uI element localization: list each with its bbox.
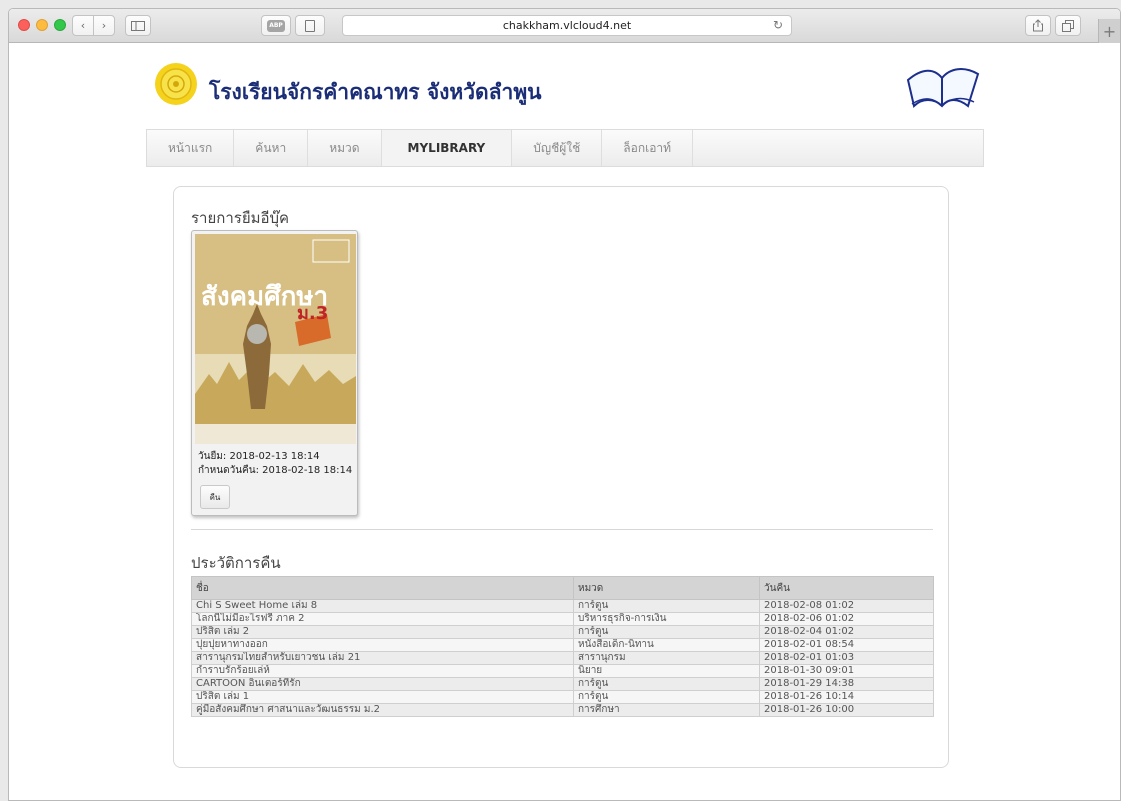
row-return-date: 2018-01-29 14:38	[759, 677, 934, 691]
url-text: chakkham.vlcloud4.net	[502, 19, 632, 32]
reload-icon[interactable]: ↻	[773, 18, 783, 32]
zoom-window-button[interactable]	[54, 19, 66, 31]
book-cover[interactable]: สังคมศึกษา ม.3	[195, 234, 356, 444]
table-row: ปริสิต เล่ม 1 การ์ตูน 2018-01-26 10:14	[191, 690, 934, 704]
row-category: การ์ตูน	[573, 599, 760, 613]
table-row: คู่มือสังคมศึกษา ศาสนาและวัฒนธรรม ม.2 กา…	[191, 703, 934, 717]
row-return-date: 2018-02-04 01:02	[759, 625, 934, 639]
row-category: การ์ตูน	[573, 690, 760, 704]
column-header-return-date: วันคืน	[759, 576, 934, 600]
table-row: กำราบรักร้อยเล่ห์ นิยาย 2018-01-30 09:01	[191, 664, 934, 678]
table-row: ปุยปุยหาทางออก หนังสือเด็ก-นิทาน 2018-02…	[191, 638, 934, 652]
nav-categories[interactable]: หมวด	[308, 130, 382, 166]
row-title[interactable]: ปริสิต เล่ม 1	[191, 690, 574, 704]
row-title[interactable]: สารานุกรมไทยสำหรับเยาวชน เล่ม 21	[191, 651, 574, 665]
chevron-right-icon: ›	[101, 19, 107, 32]
row-return-date: 2018-01-30 09:01	[759, 664, 934, 678]
show-tabs-button[interactable]	[1055, 15, 1081, 36]
nav-account[interactable]: บัญชีผู้ใช้	[512, 130, 603, 166]
row-category: การศึกษา	[573, 703, 760, 717]
page-content: โรงเรียนจักรคำคณาทร จังหวัดลำพูน หน้าแรก…	[9, 44, 1120, 800]
nav-logout[interactable]: ล็อกเอาท์	[602, 130, 694, 166]
minimize-window-button[interactable]	[36, 19, 48, 31]
share-icon	[1033, 19, 1043, 32]
due-date: กำหนดวันคืน: 2018-02-18 18:14	[198, 465, 353, 476]
table-row: สารานุกรมไทยสำหรับเยาวชน เล่ม 21 สารานุก…	[191, 651, 934, 665]
row-title[interactable]: CARTOON อินเตอร์ที่รัก	[191, 677, 574, 691]
sidebar-button[interactable]	[125, 15, 151, 36]
row-return-date: 2018-02-01 08:54	[759, 638, 934, 652]
nav-search[interactable]: ค้นหา	[234, 130, 309, 166]
row-return-date: 2018-01-26 10:14	[759, 690, 934, 704]
nav-home[interactable]: หน้าแรก	[147, 130, 235, 166]
browser-toolbar: ‹ › ABP chakkham.vlcloud4.net ↻ +	[9, 9, 1120, 43]
school-logo	[155, 63, 197, 105]
table-row: CARTOON อินเตอร์ที่รัก การ์ตูน 2018-01-2…	[191, 677, 934, 691]
nav-mylibrary[interactable]: MYLIBRARY	[381, 130, 513, 166]
return-book-button[interactable]: คืน	[200, 485, 230, 509]
row-category: การ์ตูน	[573, 625, 760, 639]
close-window-button[interactable]	[18, 19, 30, 31]
row-return-date: 2018-02-08 01:02	[759, 599, 934, 613]
book-cover-art	[195, 234, 356, 444]
row-title[interactable]: ปุยปุยหาทางออก	[191, 638, 574, 652]
row-title[interactable]: คู่มือสังคมศึกษา ศาสนาและวัฒนธรรม ม.2	[191, 703, 574, 717]
table-row: โลกนี้ไม่มีอะไรฟรี ภาค 2 บริหารธุรกิจ-กา…	[191, 612, 934, 626]
row-category: นิยาย	[573, 664, 760, 678]
row-return-date: 2018-02-06 01:02	[759, 612, 934, 626]
browser-window: ‹ › ABP chakkham.vlcloud4.net ↻ + โรงเรี…	[8, 8, 1121, 801]
back-button[interactable]: ‹	[72, 15, 94, 36]
new-tab-button[interactable]: +	[1098, 19, 1120, 43]
row-return-date: 2018-02-01 01:03	[759, 651, 934, 665]
table-header-row: ชื่อ หมวด วันคืน	[191, 576, 934, 600]
adblock-icon: ABP	[267, 19, 285, 32]
chevron-left-icon: ‹	[80, 19, 86, 32]
site-title: โรงเรียนจักรคำคณาทร จังหวัดลำพูน	[209, 80, 542, 104]
borrow-date: วันยืม: 2018-02-13 18:14	[198, 451, 320, 462]
row-category: การ์ตูน	[573, 677, 760, 691]
forward-button[interactable]: ›	[93, 15, 115, 36]
row-category: บริหารธุรกิจ-การเงิน	[573, 612, 760, 626]
main-nav: หน้าแรก ค้นหา หมวด MYLIBRARY บัญชีผู้ใช้…	[146, 129, 984, 167]
return-history-table: ชื่อ หมวด วันคืน Chi S Sweet Home เล่ม 8…	[191, 576, 934, 717]
row-title[interactable]: Chi S Sweet Home เล่ม 8	[191, 599, 574, 613]
history-heading: ประวัติการคืน	[191, 554, 281, 572]
share-button[interactable]	[1025, 15, 1051, 36]
row-title[interactable]: โลกนี้ไม่มีอะไรฟรี ภาค 2	[191, 612, 574, 626]
row-title[interactable]: กำราบรักร้อยเล่ห์	[191, 664, 574, 678]
row-category: สารานุกรม	[573, 651, 760, 665]
mylibrary-panel: รายการยืมอีบุ๊ค สังคมศึกษา ม.3 วันยืม: 2…	[173, 186, 949, 768]
table-row: Chi S Sweet Home เล่ม 8 การ์ตูน 2018-02-…	[191, 599, 934, 613]
column-header-category: หมวด	[573, 576, 760, 600]
sidebar-icon	[131, 20, 145, 31]
cover-grade: ม.3	[297, 303, 329, 324]
row-return-date: 2018-01-26 10:00	[759, 703, 934, 717]
open-book-icon	[906, 68, 980, 108]
loans-heading: รายการยืมอีบุ๊ค	[191, 209, 290, 227]
table-row: ปริสิต เล่ม 2 การ์ตูน 2018-02-04 01:02	[191, 625, 934, 639]
document-icon	[305, 19, 315, 32]
column-header-title: ชื่อ	[191, 576, 574, 600]
reader-button[interactable]	[295, 15, 325, 36]
adblock-button[interactable]: ABP	[261, 15, 291, 36]
tabs-icon	[1062, 19, 1074, 32]
section-divider	[191, 529, 933, 530]
loaned-book-card: สังคมศึกษา ม.3 วันยืม: 2018-02-13 18:14 …	[191, 230, 358, 516]
row-category: หนังสือเด็ก-นิทาน	[573, 638, 760, 652]
address-bar[interactable]: chakkham.vlcloud4.net ↻	[342, 15, 792, 36]
row-title[interactable]: ปริสิต เล่ม 2	[191, 625, 574, 639]
